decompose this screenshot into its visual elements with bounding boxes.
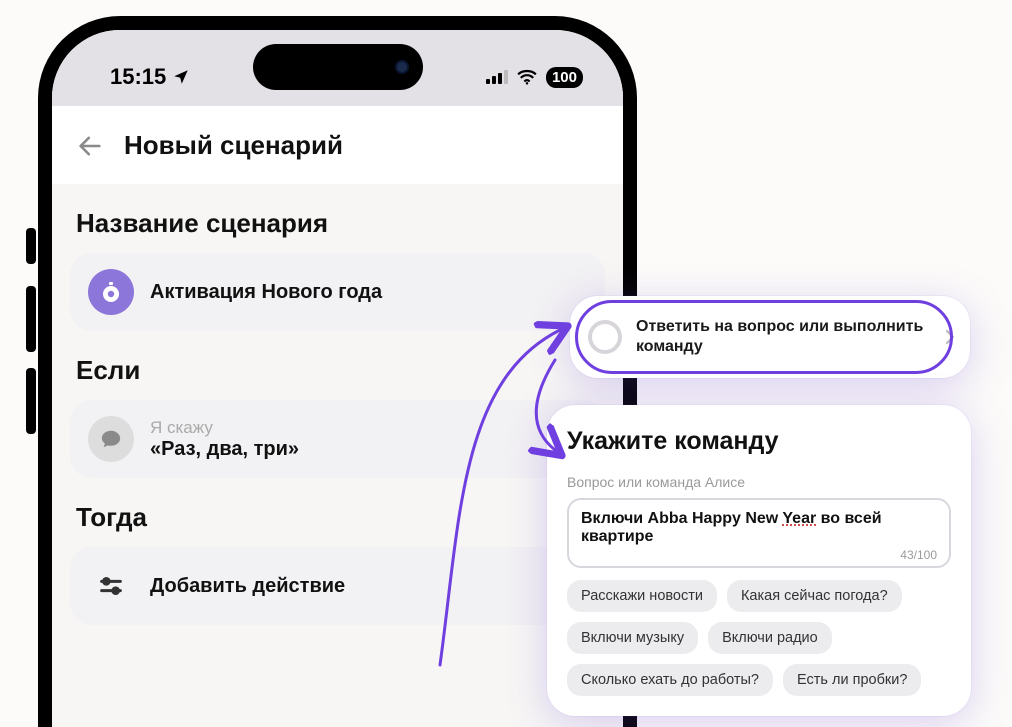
- cellular-icon: [486, 70, 508, 84]
- command-input-underlined: Year: [782, 510, 816, 527]
- trigger-phrase: «Раз, два, три»: [150, 438, 299, 461]
- camera-icon: [395, 60, 409, 74]
- section-title-then: Тогда: [52, 478, 623, 547]
- nav-bar: Новый сценарий: [52, 106, 623, 184]
- phone-side-button: [26, 368, 36, 434]
- ornament-icon: [88, 269, 134, 315]
- action-option-label: Ответить на вопрос или выполнить команду: [636, 317, 930, 357]
- command-field-label: Вопрос или команда Алисе: [567, 474, 951, 490]
- suggestion-chip[interactable]: Какая сейчас погода?: [727, 580, 902, 612]
- battery-indicator: 100: [546, 67, 583, 88]
- suggestion-chip[interactable]: Есть ли пробки?: [783, 664, 921, 696]
- phone-side-button: [26, 286, 36, 352]
- trigger-card[interactable]: Я скажу «Раз, два, три»: [70, 400, 605, 478]
- trigger-sublabel: Я скажу: [150, 417, 299, 438]
- chevron-right-icon: [944, 328, 956, 346]
- command-input-prefix: Включи Abba Happy New: [581, 510, 782, 527]
- command-input-value: Включи Abba Happy New Year во всей кварт…: [581, 510, 882, 545]
- add-action-card[interactable]: Добавить действие: [70, 547, 605, 625]
- battery-level: 100: [552, 69, 577, 86]
- location-icon: [172, 68, 190, 86]
- section-title-if: Если: [52, 331, 623, 400]
- section-title-name: Название сценария: [52, 184, 623, 253]
- action-option-card[interactable]: Ответить на вопрос или выполнить команду: [570, 296, 970, 378]
- suggestion-chip[interactable]: Включи музыку: [567, 622, 698, 654]
- command-input[interactable]: Включи Abba Happy New Year во всей кварт…: [567, 498, 951, 568]
- phone-frame: 15:15 100 Новый сценарий Название сценар…: [40, 18, 635, 727]
- add-action-label: Добавить действие: [150, 575, 345, 598]
- speech-bubble-icon: [88, 416, 134, 462]
- scenario-name-label: Активация Нового года: [150, 281, 382, 304]
- alice-ring-icon: [588, 320, 622, 354]
- suggestion-chip[interactable]: Сколько ехать до работы?: [567, 664, 773, 696]
- command-panel: Укажите команду Вопрос или команда Алисе…: [547, 405, 971, 716]
- suggestion-chip[interactable]: Расскажи новости: [567, 580, 717, 612]
- back-arrow-icon[interactable]: [76, 132, 104, 160]
- scenario-name-card[interactable]: Активация Нового года: [70, 253, 605, 331]
- char-counter: 43/100: [581, 548, 937, 562]
- suggestion-chips: Расскажи новости Какая сейчас погода? Вк…: [567, 580, 951, 696]
- command-panel-title: Укажите команду: [567, 427, 951, 456]
- sliders-icon: [88, 563, 134, 609]
- suggestion-chip[interactable]: Включи радио: [708, 622, 832, 654]
- phone-notch: [253, 44, 423, 90]
- page-title: Новый сценарий: [124, 130, 343, 161]
- wifi-icon: [516, 69, 538, 85]
- phone-side-button: [26, 228, 36, 264]
- status-time: 15:15: [110, 64, 166, 90]
